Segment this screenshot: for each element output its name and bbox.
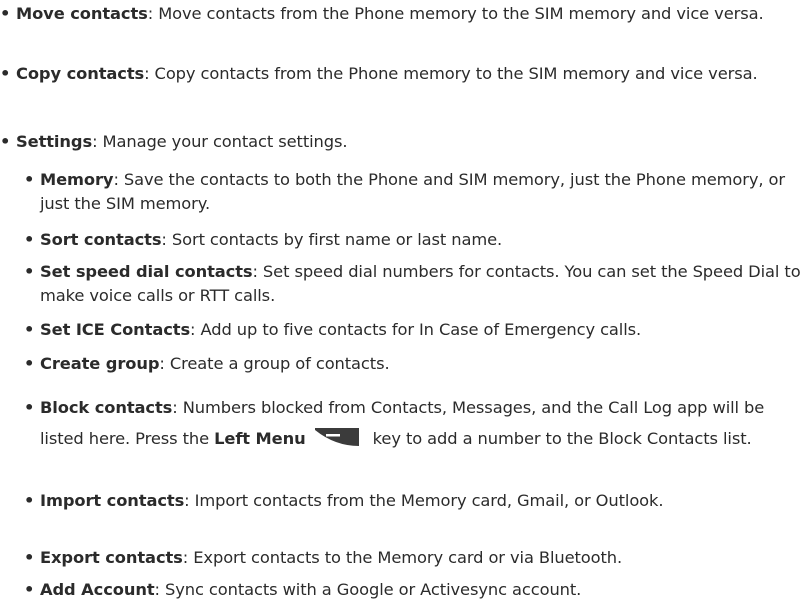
left-menu-key-icon — [312, 426, 362, 448]
item-description: : Sort contacts by first name or last na… — [161, 230, 503, 249]
item-term: Copy contacts — [16, 64, 145, 83]
list-item-settings: • Settings: Manage your contact settings… — [0, 130, 808, 154]
item-term: Move contacts — [16, 4, 148, 23]
bullet: • — [24, 491, 35, 510]
document-page: • Move contacts: Move contacts from the … — [0, 0, 811, 604]
item-term: Add Account — [40, 580, 155, 599]
item-description-continued: key to add a number to the Block Contact… — [367, 429, 752, 448]
item-description: : Sync contacts with a Google or Actives… — [154, 580, 582, 599]
bullet: • — [24, 262, 35, 281]
item-description: : Copy contacts from the Phone memory to… — [144, 64, 758, 83]
bullet: • — [24, 354, 35, 373]
bullet: • — [24, 398, 35, 417]
bullet: • — [24, 320, 35, 339]
item-description: : Save the contacts to both the Phone an… — [40, 170, 785, 213]
list-item-move-contacts: • Move contacts: Move contacts from the … — [0, 2, 808, 26]
bullet: • — [0, 64, 11, 83]
bullet: • — [24, 548, 35, 567]
sub-item-add-account: • Add Account: Sync contacts with a Goog… — [24, 578, 810, 602]
item-term: Set ICE Contacts — [40, 320, 191, 339]
item-description: : Export contacts to the Memory card or … — [182, 548, 623, 567]
left-menu-key-label: Left Menu — [214, 429, 306, 448]
item-description: : Add up to five contacts for In Case of… — [190, 320, 642, 339]
bullet: • — [24, 170, 35, 189]
sub-item-import-contacts: • Import contacts: Import contacts from … — [24, 489, 810, 513]
sub-item-sort-contacts: • Sort contacts: Sort contacts by first … — [24, 228, 810, 252]
item-description: : Import contacts from the Memory card, … — [184, 491, 664, 510]
item-term: Set speed dial contacts — [40, 262, 253, 281]
item-description: : Move contacts from the Phone memory to… — [147, 4, 764, 23]
item-description: : Create a group of contacts. — [159, 354, 390, 373]
sub-item-export-contacts: • Export contacts: Export contacts to th… — [24, 546, 810, 570]
list-item-copy-contacts: • Copy contacts: Copy contacts from the … — [0, 62, 808, 86]
bullet: • — [0, 4, 11, 23]
item-term: Sort contacts — [40, 230, 162, 249]
bullet: • — [24, 230, 35, 249]
item-description: : Manage your contact settings. — [92, 132, 348, 151]
sub-item-speed-dial: • Set speed dial contacts: Set speed dia… — [24, 260, 810, 308]
item-term: Create group — [40, 354, 160, 373]
sub-item-create-group: • Create group: Create a group of contac… — [24, 352, 810, 376]
item-term: Import contacts — [40, 491, 185, 510]
sub-item-block-contacts: • Block contacts: Numbers blocked from C… — [24, 392, 810, 454]
sub-item-ice-contacts: • Set ICE Contacts: Add up to five conta… — [24, 318, 810, 342]
sub-item-memory: • Memory: Save the contacts to both the … — [24, 168, 810, 216]
item-term: Memory — [40, 170, 114, 189]
bullet: • — [0, 132, 11, 151]
item-term: Block contacts — [40, 398, 173, 417]
item-term: Export contacts — [40, 548, 183, 567]
item-term: Settings — [16, 132, 93, 151]
bullet: • — [24, 580, 35, 599]
